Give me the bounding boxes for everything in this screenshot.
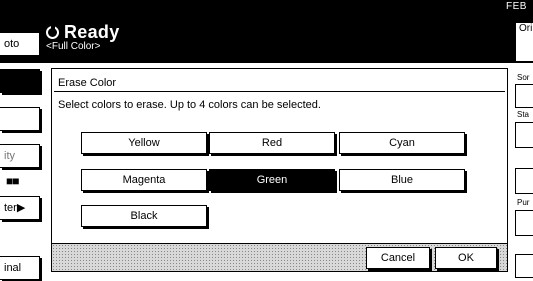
corner-label: FEB	[506, 1, 527, 12]
right-button-bottom[interactable]	[515, 254, 533, 278]
right-button-punch[interactable]	[515, 210, 533, 236]
left-button-quality[interactable]: ity	[0, 144, 40, 168]
color-button-black[interactable]: Black	[81, 205, 207, 227]
color-button-magenta[interactable]: Magenta	[81, 169, 207, 191]
right-label-sort: Sor	[517, 73, 530, 82]
right-button-sort[interactable]	[515, 84, 533, 108]
right-button-original[interactable]: Ori	[515, 22, 533, 62]
right-button-staple[interactable]	[515, 168, 533, 194]
right-button-stack[interactable]	[515, 122, 533, 148]
cancel-button[interactable]: Cancel	[366, 247, 430, 269]
dialog-instruction: Select colors to erase. Up to 4 colors c…	[58, 99, 321, 111]
color-button-green[interactable]: Green	[209, 169, 335, 191]
density-icon: ■■	[6, 174, 19, 188]
left-button-center[interactable]: ter▶	[0, 196, 40, 220]
color-button-blue[interactable]: Blue	[339, 169, 465, 191]
title-divider	[54, 91, 505, 92]
left-button-original[interactable]: inal	[0, 256, 40, 280]
ready-status: Ready	[46, 22, 120, 43]
power-circle-icon	[46, 25, 59, 39]
color-button-yellow[interactable]: Yellow	[81, 132, 207, 154]
left-button-blank[interactable]	[0, 107, 40, 131]
ok-button[interactable]: OK	[435, 247, 497, 269]
right-label-stack: Sta	[517, 110, 530, 119]
color-button-red[interactable]: Red	[209, 132, 335, 154]
left-button-selected[interactable]	[0, 69, 40, 93]
right-label-punch: Pur	[517, 198, 530, 207]
color-mode-label: <Full Color>	[46, 41, 101, 52]
color-button-cyan[interactable]: Cyan	[339, 132, 465, 154]
left-button-photo[interactable]: oto	[0, 32, 40, 56]
dialog-title: Erase Color	[58, 77, 117, 89]
status-text: Ready	[64, 22, 120, 42]
